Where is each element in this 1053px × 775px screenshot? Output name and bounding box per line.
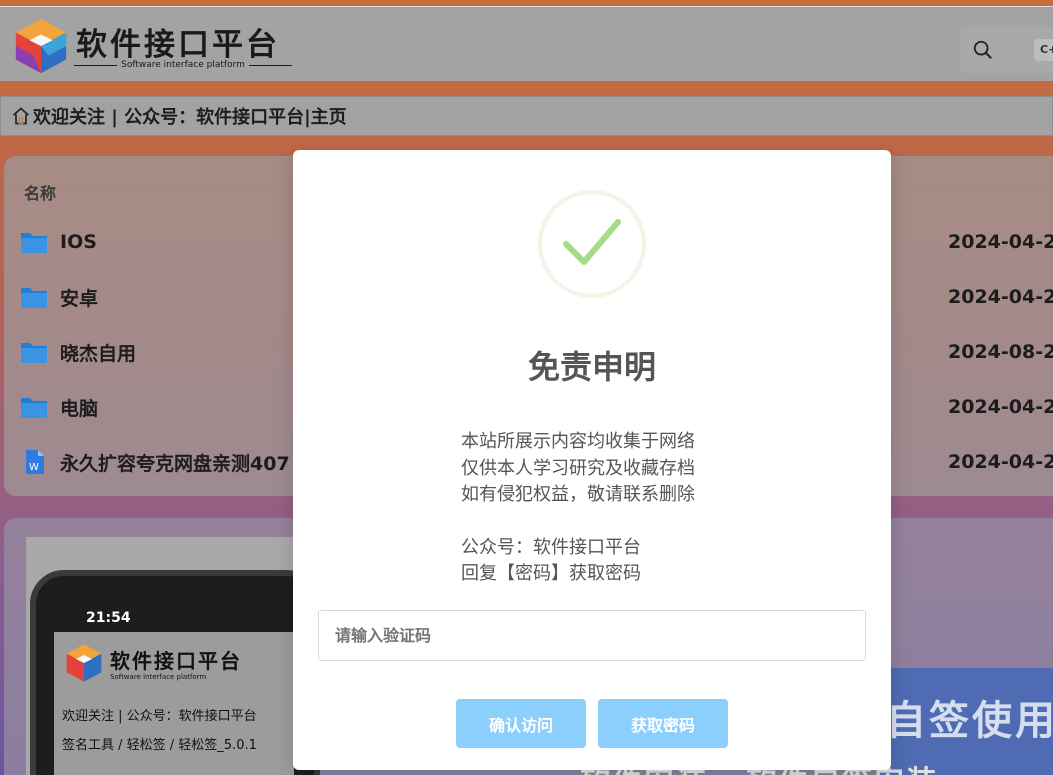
contact-line: 回复【密码】获取密码 bbox=[461, 563, 641, 584]
folder-icon bbox=[21, 343, 47, 363]
promo-text: 自签使用 bbox=[886, 698, 1053, 744]
mini-logo-cube-icon bbox=[66, 644, 102, 682]
site-title: 软件接口平台 bbox=[76, 27, 280, 63]
word-document-icon: W bbox=[26, 450, 44, 474]
mini-path: 签名工具 / 轻松签 / 轻松签_5.0.1 bbox=[62, 738, 257, 753]
file-date: 2024-04-2 bbox=[948, 231, 1053, 253]
file-date: 2024-04-2 bbox=[948, 396, 1053, 418]
site-subtitle: Software interface platform bbox=[74, 60, 292, 70]
search-button[interactable]: C+ bbox=[960, 27, 1053, 73]
file-date: 2024-04-2 bbox=[948, 286, 1053, 308]
verification-code-input[interactable] bbox=[318, 610, 866, 661]
modal-title: 免责申明 bbox=[527, 348, 656, 386]
success-circle bbox=[538, 190, 646, 298]
file-date: 2024-04-2 bbox=[948, 451, 1053, 473]
breadcrumb: 欢迎关注 | 公众号：软件接口平台|主页 bbox=[0, 96, 1053, 136]
breadcrumb-text[interactable]: 欢迎关注 | 公众号：软件接口平台|主页 bbox=[33, 103, 347, 129]
contact-line: 公众号：软件接口平台 bbox=[461, 536, 641, 558]
logo-cube-icon bbox=[15, 18, 67, 74]
disclaimer-line: 仅供本人学习研究及收藏存档 bbox=[461, 457, 695, 479]
disclaimer-line: 如有侵犯权益，敬请联系删除 bbox=[461, 484, 695, 505]
column-header-name: 名称 bbox=[24, 184, 57, 203]
folder-icon bbox=[21, 398, 47, 418]
file-name: 安卓 bbox=[60, 287, 99, 310]
home-icon[interactable] bbox=[11, 106, 31, 126]
get-password-button[interactable]: 获取密码 bbox=[598, 699, 728, 748]
search-icon bbox=[973, 40, 992, 59]
file-name: 电脑 bbox=[60, 397, 99, 420]
file-name: IOS bbox=[60, 231, 97, 253]
checkmark-icon bbox=[563, 219, 621, 265]
confirm-access-button[interactable]: 确认访问 bbox=[456, 699, 586, 748]
top-bar: 软件接口平台 Software interface platform C+ bbox=[0, 6, 1053, 81]
svg-text:W: W bbox=[29, 462, 39, 473]
file-name: 晓杰自用 bbox=[60, 342, 137, 365]
mini-breadcrumb: 欢迎关注 | 公众号：软件接口平台 bbox=[62, 709, 257, 724]
disclaimer-line: 本站所展示内容均收集于网络 bbox=[461, 431, 695, 452]
file-date: 2024-08-2 bbox=[948, 341, 1053, 363]
disclaimer-modal: 免责申明 本站所展示内容均收集于网络 仅供本人学习研究及收藏存档 如有侵犯权益，… bbox=[293, 150, 891, 770]
search-shortcut-key: C+ bbox=[1034, 39, 1053, 61]
file-name: 永久扩容夸克网盘亲测407 bbox=[60, 452, 290, 475]
phone-time: 21:54 bbox=[86, 610, 131, 626]
folder-icon bbox=[21, 288, 47, 308]
modal-body: 本站所展示内容均收集于网络 仅供本人学习研究及收藏存档 如有侵犯权益，敬请联系删… bbox=[461, 429, 761, 588]
folder-icon bbox=[21, 233, 47, 253]
mini-site-subtitle: Software interface platform bbox=[110, 673, 207, 681]
mini-site-title: 软件接口平台 bbox=[110, 649, 242, 673]
